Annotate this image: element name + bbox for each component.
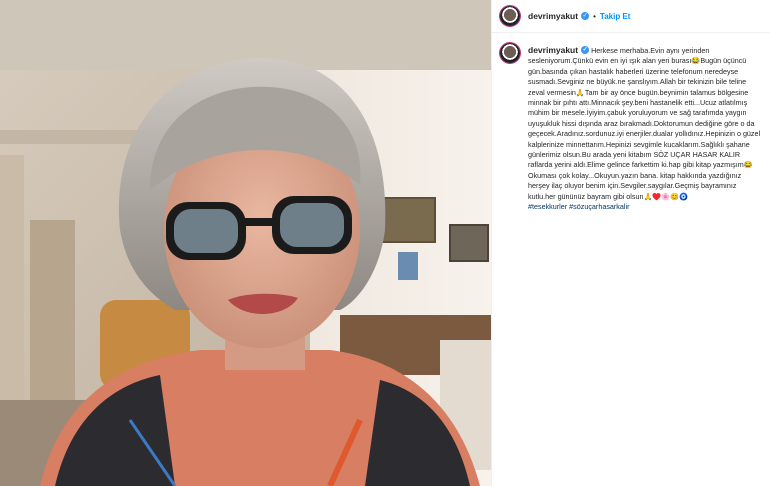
caption-verified-badge-icon: ✓: [581, 46, 590, 55]
caption-username[interactable]: devrimyakut: [528, 45, 578, 55]
verified-badge-icon: ✓: [581, 12, 590, 20]
post-header: devrimyakut ✓ • Takip Et: [492, 0, 770, 33]
caption-row: devrimyakut ✓ Herkese merhaba.Evin aynı …: [492, 33, 770, 213]
hashtag-link[interactable]: #tesekkurler: [528, 202, 567, 211]
username-link[interactable]: devrimyakut: [528, 11, 578, 21]
separator-dot: •: [593, 11, 596, 21]
caption-body-text: Herkese merhaba.Evin aynı yerinden sesle…: [528, 46, 761, 201]
hashtag-link[interactable]: #sözuçarhasarkalir: [569, 202, 629, 211]
caption-avatar[interactable]: [500, 43, 520, 63]
follow-button[interactable]: Takip Et: [600, 12, 631, 21]
caption-body: devrimyakut ✓ Herkese merhaba.Evin aynı …: [528, 43, 763, 213]
caption-text: devrimyakut ✓ Herkese merhaba.Evin aynı …: [528, 45, 763, 202]
caption-username-link[interactable]: devrimyakut ✓: [528, 45, 590, 55]
post-sidebar: devrimyakut ✓ • Takip Et devrimyakut ✓ H…: [491, 0, 770, 486]
selfie-photo: [0, 0, 491, 486]
profile-avatar[interactable]: [500, 6, 520, 26]
post-photo[interactable]: [0, 0, 491, 486]
hashtag-list: #tesekkurler #sözuçarhasarkalir: [528, 202, 763, 212]
